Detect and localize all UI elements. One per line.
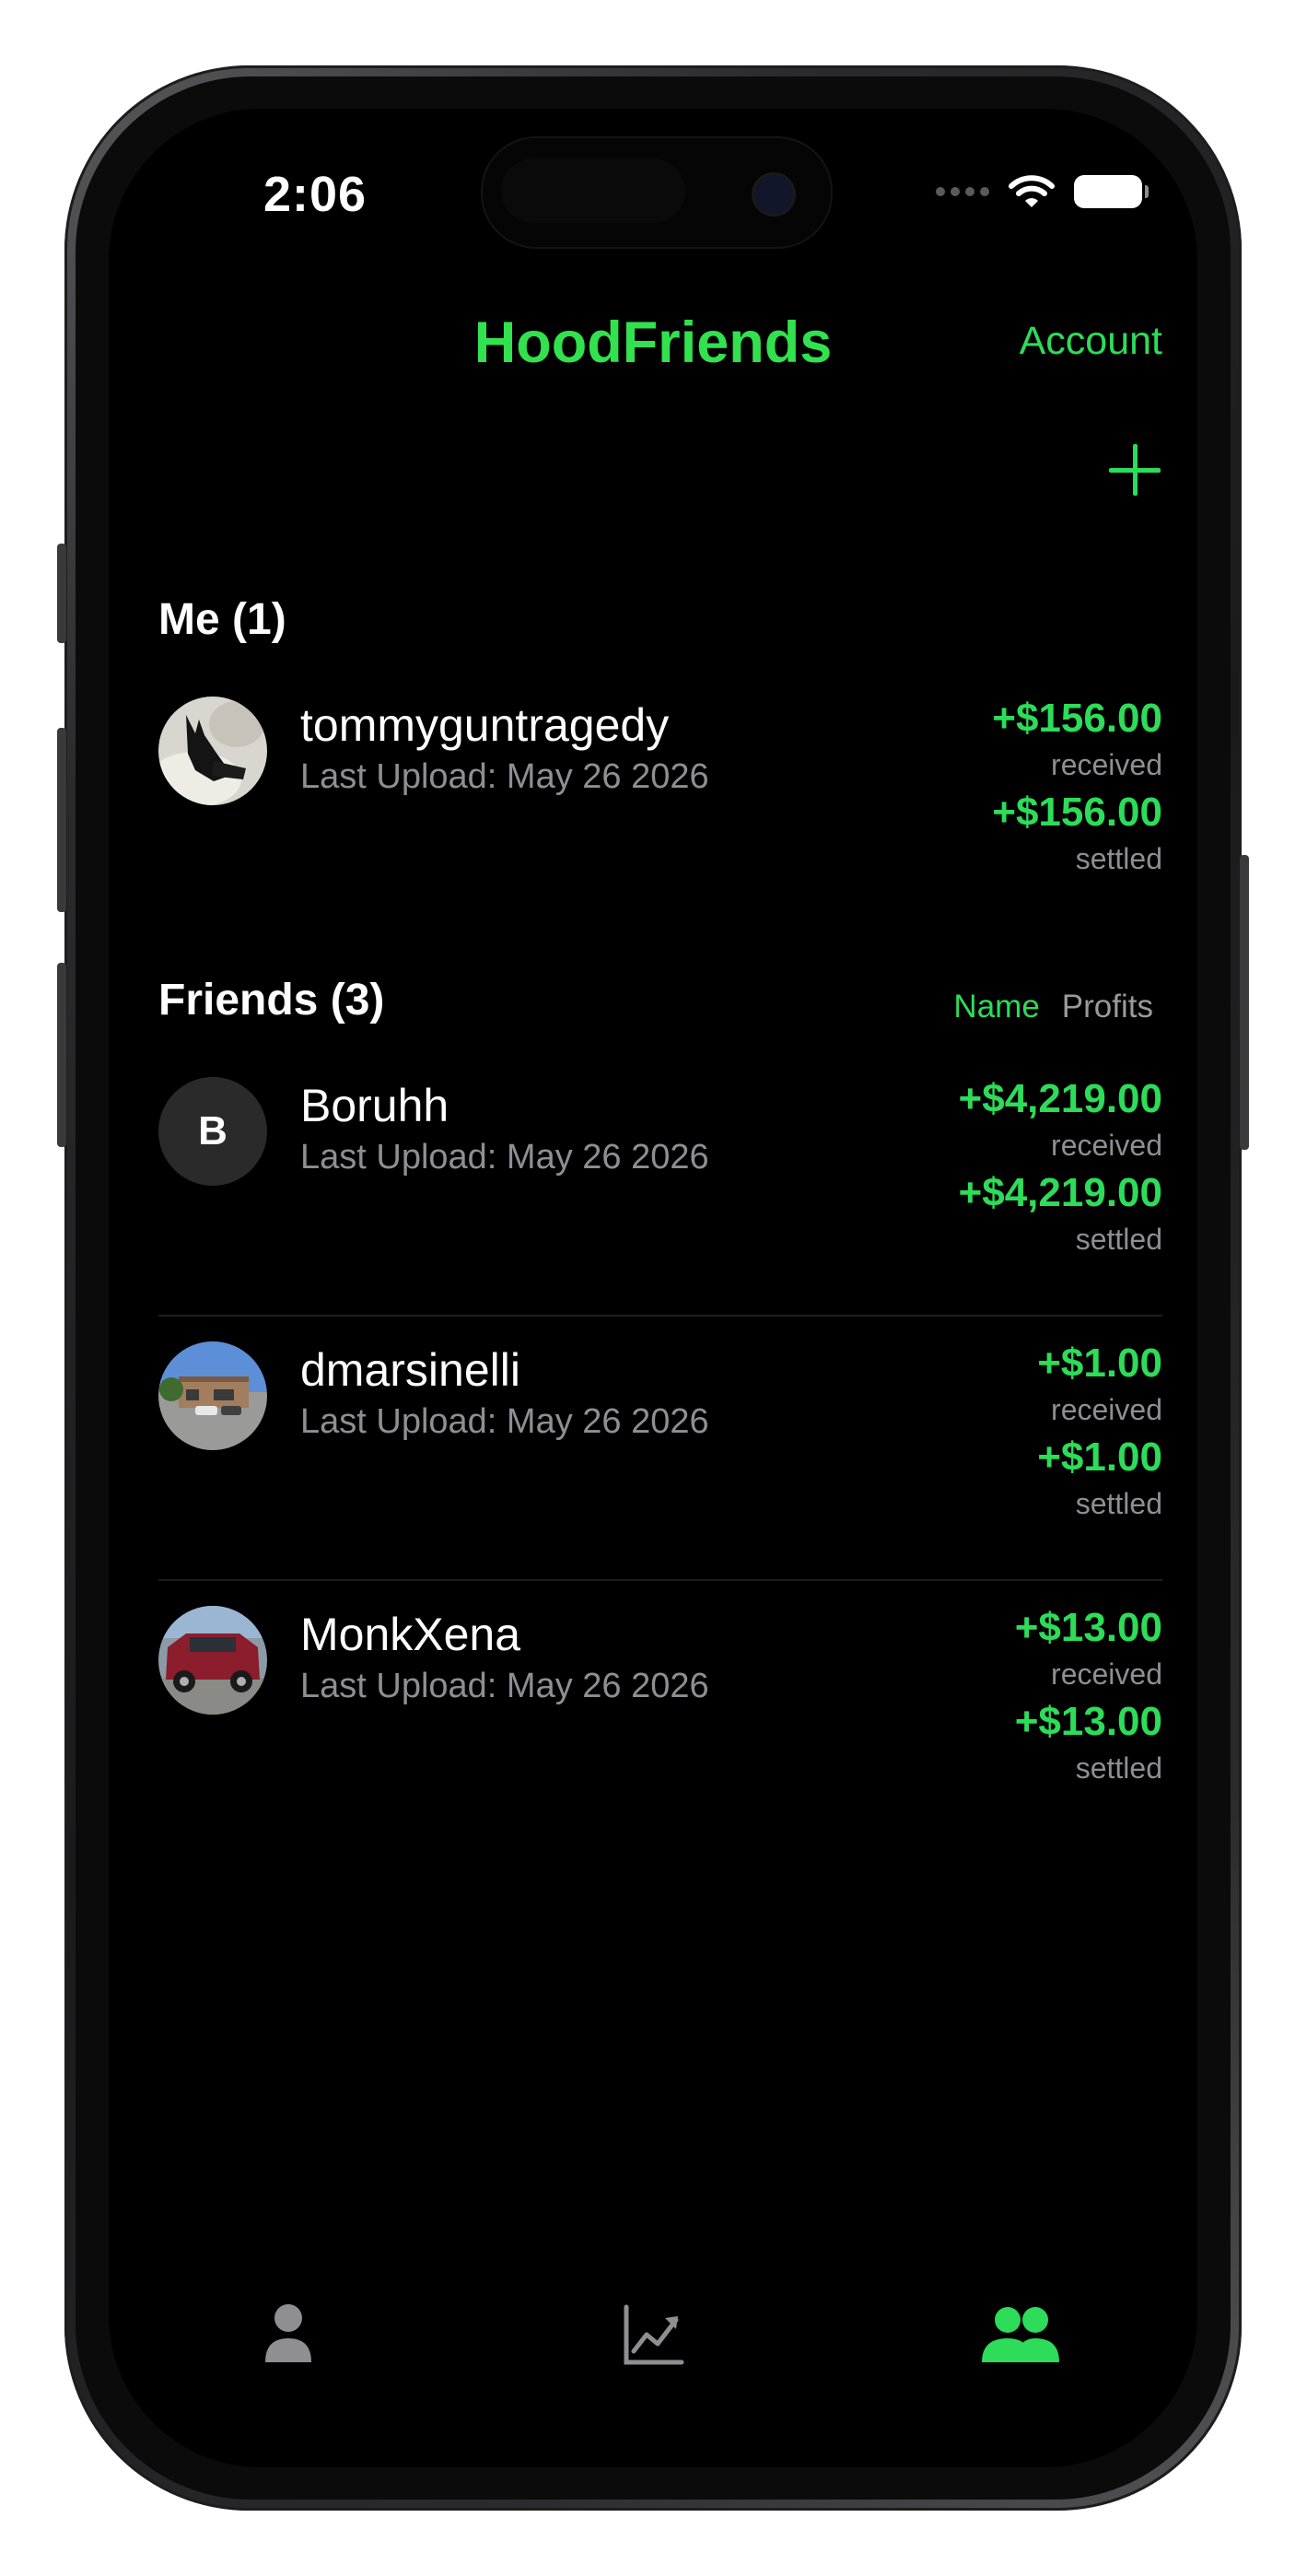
friend-row[interactable]: MonkXena Last Upload: May 26 2026 +$13.0…	[158, 1604, 1162, 1792]
avatar	[158, 1606, 267, 1715]
avatar	[158, 1341, 267, 1450]
dynamic-island	[481, 136, 833, 249]
sort-by-name-button[interactable]: Name	[953, 989, 1039, 1025]
settled-label: settled	[1075, 842, 1162, 875]
person-icon	[265, 2304, 311, 2362]
volume-down-button	[57, 963, 66, 1147]
friend-row[interactable]: B Boruhh Last Upload: May 26 2026 +$4,21…	[158, 1075, 1162, 1263]
received-amount: +$13.00	[1014, 1605, 1162, 1650]
username: tommyguntragedy	[300, 699, 670, 751]
settled-amount: +$4,219.00	[958, 1170, 1162, 1215]
received-amount: +$156.00	[992, 696, 1162, 741]
tab-chart[interactable]	[612, 2294, 694, 2377]
sort-by-profits-button[interactable]: Profits	[1062, 989, 1153, 1025]
tab-friends[interactable]	[976, 2294, 1059, 2377]
last-upload: Last Upload: May 26 2026	[300, 1667, 709, 1705]
last-upload: Last Upload: May 26 2026	[300, 757, 709, 796]
last-upload: Last Upload: May 26 2026	[300, 1402, 709, 1441]
settled-amount: +$156.00	[992, 790, 1162, 835]
settled-label: settled	[1075, 1487, 1162, 1520]
wifi-icon	[1009, 175, 1055, 207]
battery-icon	[1074, 175, 1149, 208]
username: MonkXena	[300, 1609, 521, 1660]
me-section-title: Me (1)	[158, 595, 286, 644]
app-screen: 2:06 HoodFriends Account Me (1) tommygun…	[109, 109, 1197, 2467]
me-user-row[interactable]: tommyguntragedy Last Upload: May 26 2026…	[158, 695, 1162, 883]
received-label: received	[1051, 1657, 1162, 1691]
tab-profile[interactable]	[247, 2294, 330, 2377]
sort-controls: Name Profits	[953, 989, 1153, 1025]
front-camera-icon	[752, 172, 796, 217]
username: Boruhh	[300, 1080, 449, 1131]
settled-label: settled	[1075, 1223, 1162, 1256]
friends-icon	[982, 2307, 1059, 2362]
row-divider	[158, 1315, 1162, 1317]
amounts: +$1.00 received +$1.00 settled	[1037, 1340, 1162, 1528]
avatar: B	[158, 1077, 267, 1186]
received-amount: +$1.00	[1037, 1341, 1162, 1386]
action-button	[57, 544, 66, 643]
cellular-signal-icon	[936, 187, 989, 196]
add-friend-button[interactable]	[1109, 444, 1161, 496]
settled-amount: +$13.00	[1014, 1699, 1162, 1744]
received-label: received	[1051, 1129, 1162, 1162]
status-indicators	[936, 173, 1149, 210]
friend-row[interactable]: dmarsinelli Last Upload: May 26 2026 +$1…	[158, 1341, 1162, 1526]
chart-line-icon	[624, 2304, 684, 2365]
avatar	[158, 697, 267, 805]
last-upload: Last Upload: May 26 2026	[300, 1138, 709, 1177]
volume-up-button	[57, 728, 66, 912]
power-button	[1240, 855, 1249, 1150]
username: dmarsinelli	[300, 1344, 520, 1396]
settled-label: settled	[1075, 1751, 1162, 1785]
received-label: received	[1051, 1393, 1162, 1426]
amounts: +$156.00 received +$156.00 settled	[992, 695, 1162, 883]
received-label: received	[1051, 748, 1162, 781]
received-amount: +$4,219.00	[958, 1076, 1162, 1121]
friends-section-title: Friends (3)	[158, 976, 385, 1025]
account-button[interactable]: Account	[1020, 319, 1162, 364]
amounts: +$13.00 received +$13.00 settled	[1015, 1604, 1162, 1792]
status-time: 2:06	[263, 167, 368, 222]
settled-amount: +$1.00	[1037, 1434, 1162, 1480]
row-divider	[158, 1579, 1162, 1581]
amounts: +$4,219.00 received +$4,219.00 settled	[959, 1075, 1162, 1263]
